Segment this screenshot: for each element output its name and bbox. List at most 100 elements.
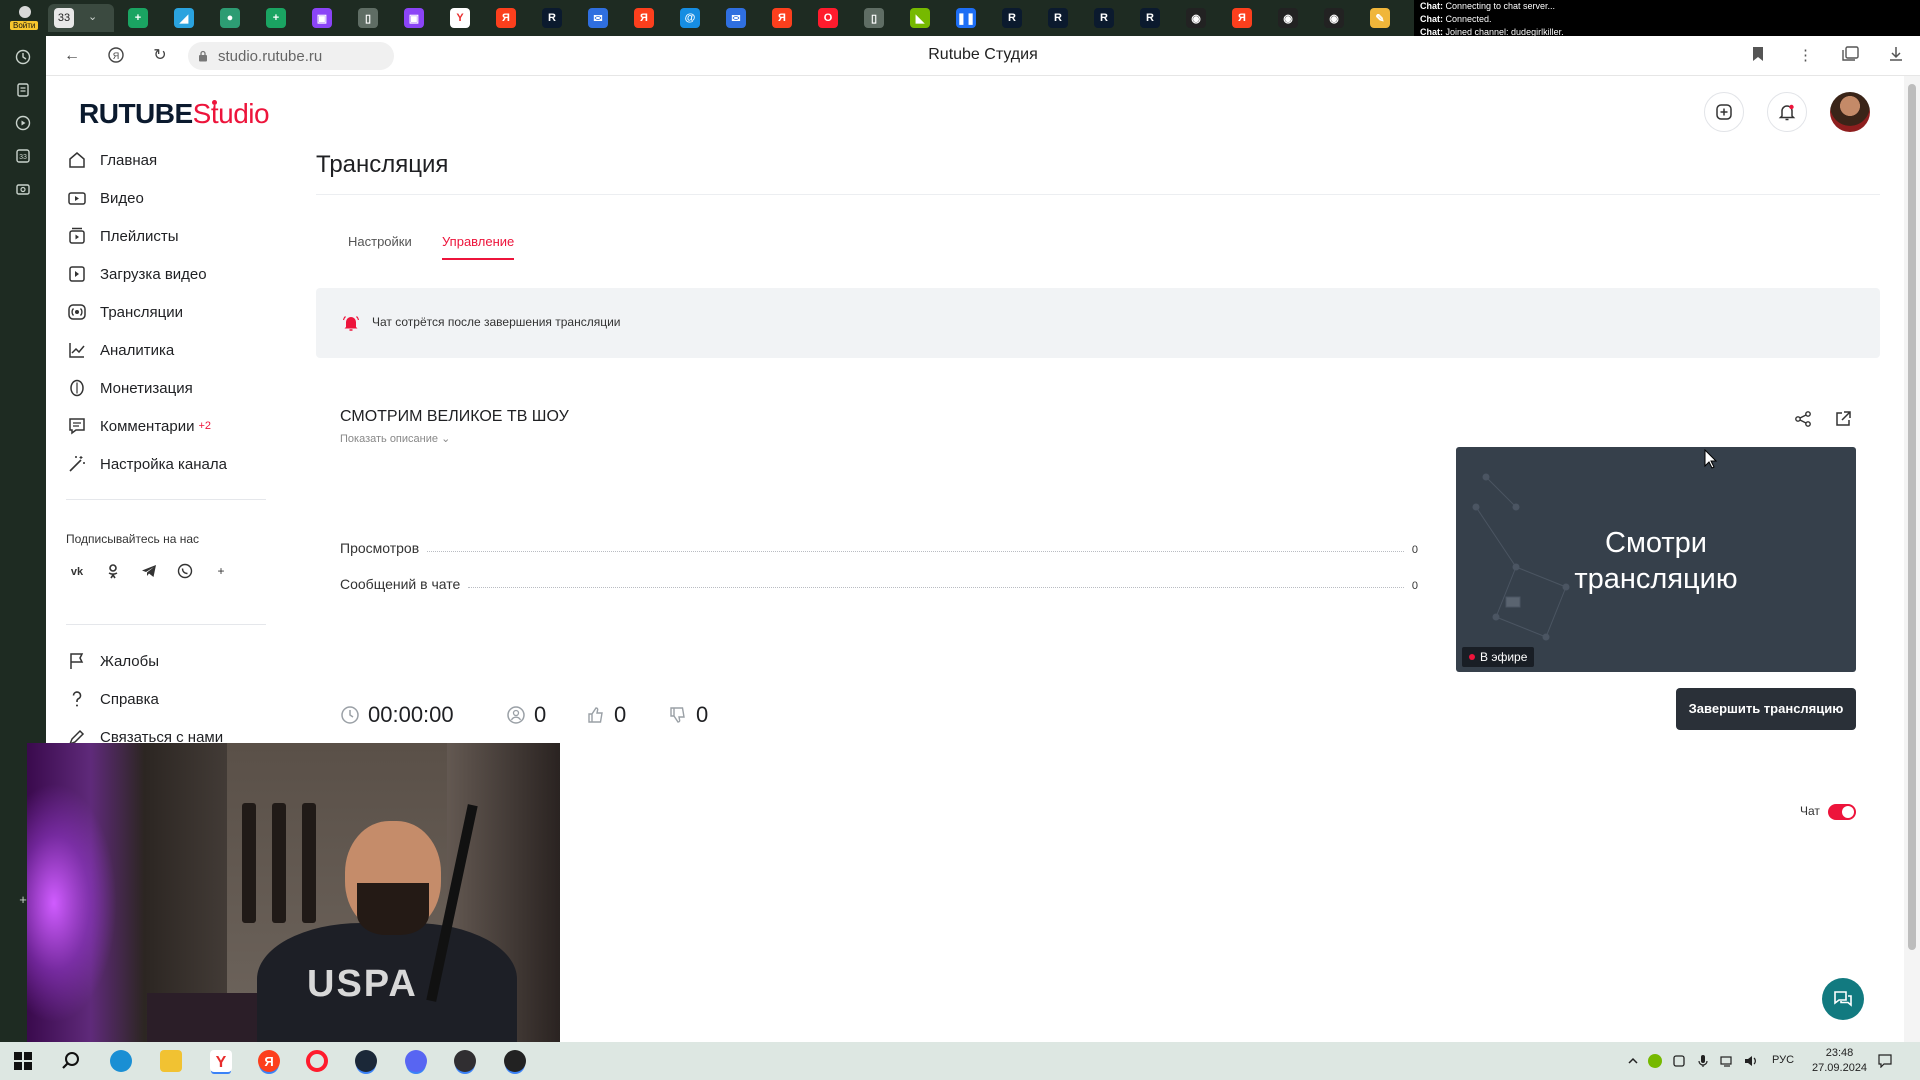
- ball-favicon[interactable]: ◉: [1278, 8, 1298, 28]
- clock[interactable]: 23:48 27.09.2024: [1812, 1046, 1867, 1076]
- nvidia-tray-icon[interactable]: [1648, 1054, 1662, 1068]
- odnoklassniki-icon[interactable]: [102, 560, 124, 582]
- telegram-favicon[interactable]: ◢: [174, 8, 194, 28]
- sidebar-item-label: Главная: [100, 151, 158, 169]
- url-field[interactable]: studio.rutube.ru: [188, 42, 394, 70]
- tab-management[interactable]: Управление: [442, 234, 515, 260]
- open-external-icon[interactable]: [1832, 408, 1854, 430]
- screenshot-icon[interactable]: [12, 178, 34, 200]
- sidebar-item-video[interactable]: Видео: [66, 184, 266, 212]
- steam-icon[interactable]: [355, 1050, 377, 1072]
- sheets-favicon[interactable]: +: [128, 8, 148, 28]
- rutube-studio-logo[interactable]: RUTUBE Studio: [79, 98, 270, 130]
- reload-icon[interactable]: ↻: [150, 46, 170, 66]
- mail-favicon[interactable]: ✉: [726, 8, 746, 28]
- opera-icon[interactable]: [306, 1050, 328, 1072]
- language-indicator[interactable]: РУС: [1772, 1054, 1794, 1066]
- tab-count-icon[interactable]: 33: [12, 145, 34, 167]
- discord-icon[interactable]: [405, 1050, 427, 1072]
- notes-icon[interactable]: [12, 79, 34, 101]
- sidebar-item-streams[interactable]: Трансляции: [66, 298, 266, 326]
- page-scrollbar[interactable]: [1904, 76, 1920, 1042]
- file-explorer-icon[interactable]: [160, 1050, 182, 1072]
- sidebar-item-analytics[interactable]: Аналитика: [66, 336, 266, 364]
- stream-preview[interactable]: Смотри трансляцию В эфире: [1456, 447, 1856, 672]
- yandex-icon[interactable]: Я: [258, 1050, 280, 1072]
- obs-icon[interactable]: [454, 1050, 476, 1072]
- yandex-favicon[interactable]: Я: [1232, 8, 1252, 28]
- share-icon[interactable]: [1792, 408, 1814, 430]
- notification-center-icon[interactable]: [1878, 1054, 1892, 1069]
- download-icon[interactable]: [1888, 46, 1904, 66]
- rutube-favicon[interactable]: R: [1002, 8, 1022, 28]
- pinned-tabs: + ◢ ● + ▣ ▯ ▣ Y Я R ✉ Я @ ✉ Я O ▯ ◣ ❚❚ R R R R ◉ Я ◉ ◉ ✎: [128, 8, 1390, 28]
- mailru-favicon[interactable]: @: [680, 8, 700, 28]
- rutube-favicon[interactable]: R: [1094, 8, 1114, 28]
- sidebar-item-monetization[interactable]: Монетизация: [66, 374, 266, 402]
- collections-icon[interactable]: [1842, 46, 1860, 66]
- sidebar-item-playlists[interactable]: Плейлисты: [66, 222, 266, 250]
- microphone-icon[interactable]: [1696, 1054, 1710, 1068]
- network-icon[interactable]: [1720, 1054, 1734, 1068]
- telegram-icon[interactable]: [138, 560, 160, 582]
- show-description-link[interactable]: Показать описание ⌄: [340, 432, 450, 445]
- yandex-favicon[interactable]: Я: [772, 8, 792, 28]
- wall-decor: [272, 803, 286, 923]
- history-icon[interactable]: [12, 46, 34, 68]
- sidebar-item-comments[interactable]: Комментарии +2: [66, 412, 266, 440]
- bookmark-icon[interactable]: [1752, 46, 1764, 66]
- create-button[interactable]: [1704, 92, 1744, 132]
- yandex-favicon[interactable]: Я: [496, 8, 516, 28]
- yandex-browser-favicon[interactable]: Y: [450, 8, 470, 28]
- volume-icon[interactable]: [1744, 1054, 1758, 1068]
- rutube-favicon[interactable]: R: [542, 8, 562, 28]
- tray-expand-icon[interactable]: [1626, 1054, 1640, 1068]
- ball-favicon[interactable]: ◉: [1324, 8, 1344, 28]
- sidebar-item-channel-settings[interactable]: Настройка канала: [66, 450, 266, 478]
- opera-favicon[interactable]: O: [818, 8, 838, 28]
- plus-icon[interactable]: +: [210, 560, 232, 582]
- sidebar-item-help[interactable]: Справка: [66, 685, 266, 713]
- viber-icon[interactable]: [174, 560, 196, 582]
- twitch-favicon[interactable]: ▣: [312, 8, 332, 28]
- video-icon: [66, 187, 88, 209]
- search-icon[interactable]: [60, 1050, 82, 1072]
- nvidia-favicon[interactable]: ◣: [910, 8, 930, 28]
- windows-start-icon[interactable]: [12, 1050, 34, 1072]
- sidebar-item-home[interactable]: Главная: [66, 146, 266, 174]
- back-arrow-icon[interactable]: ←: [62, 46, 82, 66]
- pause-favicon[interactable]: ❚❚: [956, 8, 976, 28]
- pencil-favicon[interactable]: ✎: [1370, 8, 1390, 28]
- play-icon[interactable]: [12, 112, 34, 134]
- tray-app-icon[interactable]: [1672, 1054, 1686, 1068]
- yandex-browser-icon[interactable]: Y: [210, 1050, 232, 1072]
- yandex-favicon[interactable]: Я: [634, 8, 654, 28]
- rutube-favicon[interactable]: R: [1048, 8, 1068, 28]
- sidebar-item-complaints[interactable]: Жалобы: [66, 647, 266, 675]
- chat-toggle[interactable]: [1828, 804, 1856, 820]
- scrollbar-thumb[interactable]: [1908, 84, 1916, 950]
- tab-settings[interactable]: Настройки: [348, 234, 412, 249]
- more-menu-icon[interactable]: ⋮: [1798, 46, 1813, 64]
- globe-favicon[interactable]: ●: [220, 8, 240, 28]
- avatar[interactable]: [1830, 92, 1870, 132]
- ball-favicon[interactable]: ◉: [1186, 8, 1206, 28]
- mail-favicon[interactable]: ✉: [588, 8, 608, 28]
- doc-favicon[interactable]: ▯: [358, 8, 378, 28]
- yandex-protect-icon[interactable]: Я: [106, 46, 126, 66]
- twitch-favicon[interactable]: ▣: [404, 8, 424, 28]
- chat-bubbles-icon: [1834, 991, 1852, 1007]
- notifications-button[interactable]: [1767, 92, 1807, 132]
- rutube-favicon[interactable]: R: [1140, 8, 1160, 28]
- sidebar-item-upload[interactable]: Загрузка видео: [66, 260, 266, 288]
- doc-favicon[interactable]: ▯: [864, 8, 884, 28]
- support-chat-button[interactable]: [1822, 978, 1864, 1020]
- profile-login-button[interactable]: Войти: [4, 2, 44, 34]
- edge-icon[interactable]: [110, 1050, 132, 1072]
- sheets-favicon[interactable]: +: [266, 8, 286, 28]
- end-stream-button[interactable]: Завершить трансляцию: [1676, 688, 1856, 730]
- tab-group-button[interactable]: 33 ⌄: [48, 4, 114, 32]
- sidebar-item-label: Загрузка видео: [100, 265, 207, 283]
- app-icon[interactable]: [504, 1050, 526, 1072]
- vk-icon[interactable]: vk: [66, 560, 88, 582]
